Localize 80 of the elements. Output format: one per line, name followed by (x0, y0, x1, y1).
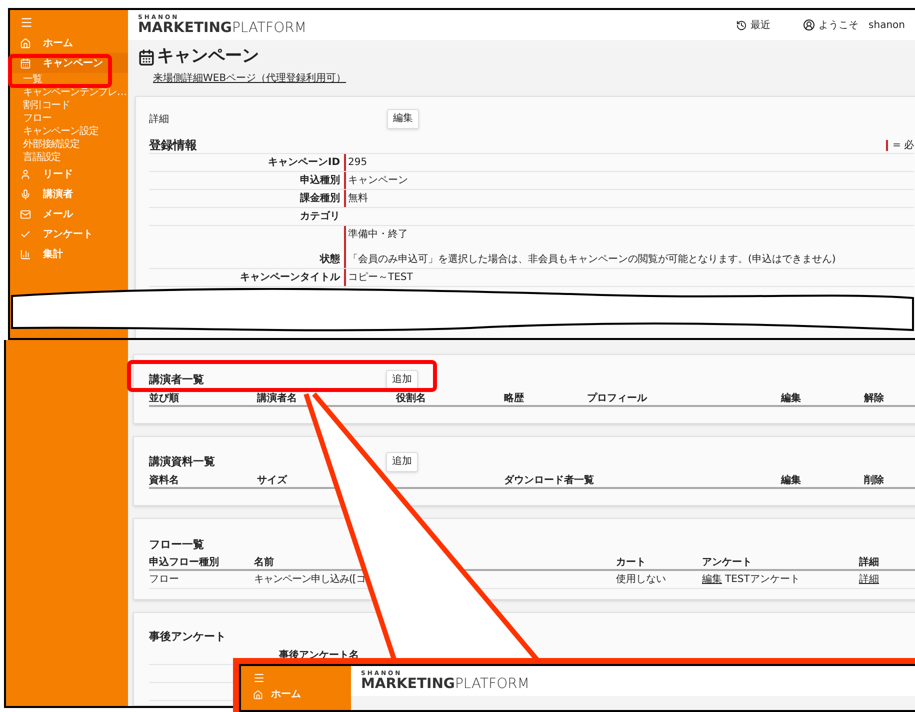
column-header: 編集 (781, 474, 802, 488)
column-header: 解除 (864, 392, 885, 406)
sidebar-item[interactable]: ホーム (253, 687, 301, 702)
calendar-icon (20, 58, 31, 68)
sidebar-subitem[interactable]: フロー (10, 112, 52, 125)
field-value: コピー～TEST (348, 271, 413, 285)
section-caption: 詳細 (149, 112, 170, 126)
table-cell-text: キャンペーン申し込み([コ (254, 572, 366, 587)
sidebar-subitem[interactable]: 外部接続設定 (10, 138, 80, 151)
sidebar-item[interactable]: メール (10, 204, 128, 224)
menu-icon[interactable] (253, 672, 265, 684)
field-label: 申込種別 (299, 174, 341, 188)
user-icon[interactable] (802, 19, 815, 31)
section-heading: 講演者一覧 (149, 372, 205, 388)
sidebar-item[interactable]: アンケート (10, 224, 128, 244)
sidebar-subitem[interactable]: 割引コード (10, 99, 70, 112)
column-header: 資料名 (149, 474, 180, 488)
person-icon (20, 168, 31, 180)
column-header: アンケート (702, 556, 753, 570)
section-heading: 講演資料一覧 (149, 454, 216, 470)
check-icon (20, 228, 31, 240)
column-header: カート (616, 556, 647, 570)
column-header: 申込フロー種別 (149, 556, 220, 570)
required-legend: = 必 (892, 138, 914, 152)
field-value: 「会員のみ申込可」を選択した場合は、非会員もキャンペーンの閲覧が可能となります。(申込はできません) (348, 252, 836, 267)
section-heading: 登録情報 (149, 137, 197, 154)
table-link[interactable]: 編集 (702, 572, 722, 587)
sidebar-subitem[interactable]: 言語設定 (10, 151, 61, 164)
home-icon (20, 38, 31, 48)
column-header: プロフィール (587, 391, 648, 406)
table-cell-text: TESTアンケート (725, 573, 800, 587)
field-label: キャンペーンID (266, 156, 341, 170)
column-header: 役割名 (396, 392, 427, 406)
sidebar-item[interactable]: 講演者 (10, 184, 128, 204)
logo-text: MARKETINGPLATFORM (361, 677, 530, 691)
field-label: キャンペーンタイトル (239, 271, 342, 285)
home-icon (253, 690, 263, 700)
field-value: 295 (348, 156, 368, 170)
column-header: 削除 (864, 474, 885, 488)
table-link[interactable]: 詳細 (859, 572, 879, 587)
welcome-text: ようこそ (818, 18, 859, 32)
sidebar-subitem[interactable]: キャンペーン設定 (10, 125, 98, 138)
sidebar-item[interactable]: 集計 (10, 244, 128, 264)
add-button[interactable]: 追加 (386, 452, 418, 472)
column-header: 講演者名 (257, 392, 298, 406)
field-label: 課金種別 (298, 192, 341, 206)
microphone-icon (20, 188, 31, 200)
column-header: ダウンロード者一覧 (504, 474, 595, 488)
table-cell-text: 使用しない (616, 573, 666, 587)
history-icon[interactable] (736, 20, 747, 30)
section-heading: 事後アンケート (149, 630, 226, 643)
sidebar-subitem[interactable]: キャンペーンテンプレ… (10, 86, 126, 99)
logo-text: MARKETINGPLATFORM (138, 21, 306, 35)
field-label: カテゴリ (299, 210, 341, 224)
column-header: 並び順 (149, 392, 180, 406)
field-value: 準備中・終了 (348, 228, 409, 242)
table-cell-text: フロー (149, 573, 179, 587)
bar-chart-icon (20, 248, 31, 260)
edit-button[interactable]: 編集 (387, 109, 419, 129)
field-value: キャンペーン (348, 174, 408, 188)
detail-page-link[interactable]: 来場側詳細WEBページ（代理登録利用可） (153, 71, 346, 86)
menu-icon[interactable] (20, 16, 33, 29)
column-header: 編集 (781, 392, 802, 406)
field-label: 状態 (318, 252, 341, 267)
column-header: 名前 (254, 556, 275, 570)
add-button[interactable]: 追加 (386, 370, 418, 390)
sidebar-subitem[interactable]: 一覧 (10, 73, 42, 86)
column-header: 詳細 (859, 556, 880, 570)
column-header: 略歴 (504, 392, 525, 406)
sidebar-item[interactable]: リード (10, 164, 128, 184)
user-name: shanon (868, 18, 905, 32)
column-header: サイズ (257, 474, 288, 488)
section-heading: フロー一覧 (149, 538, 204, 551)
recent-link[interactable]: 最近 (750, 18, 771, 32)
field-value: 無料 (348, 192, 368, 206)
page-title: キャンペーン (157, 45, 259, 68)
envelope-icon (20, 208, 31, 220)
calendar-icon (138, 48, 155, 66)
sidebar-item[interactable]: ホーム (10, 33, 128, 53)
required-marker-icon (886, 140, 888, 150)
